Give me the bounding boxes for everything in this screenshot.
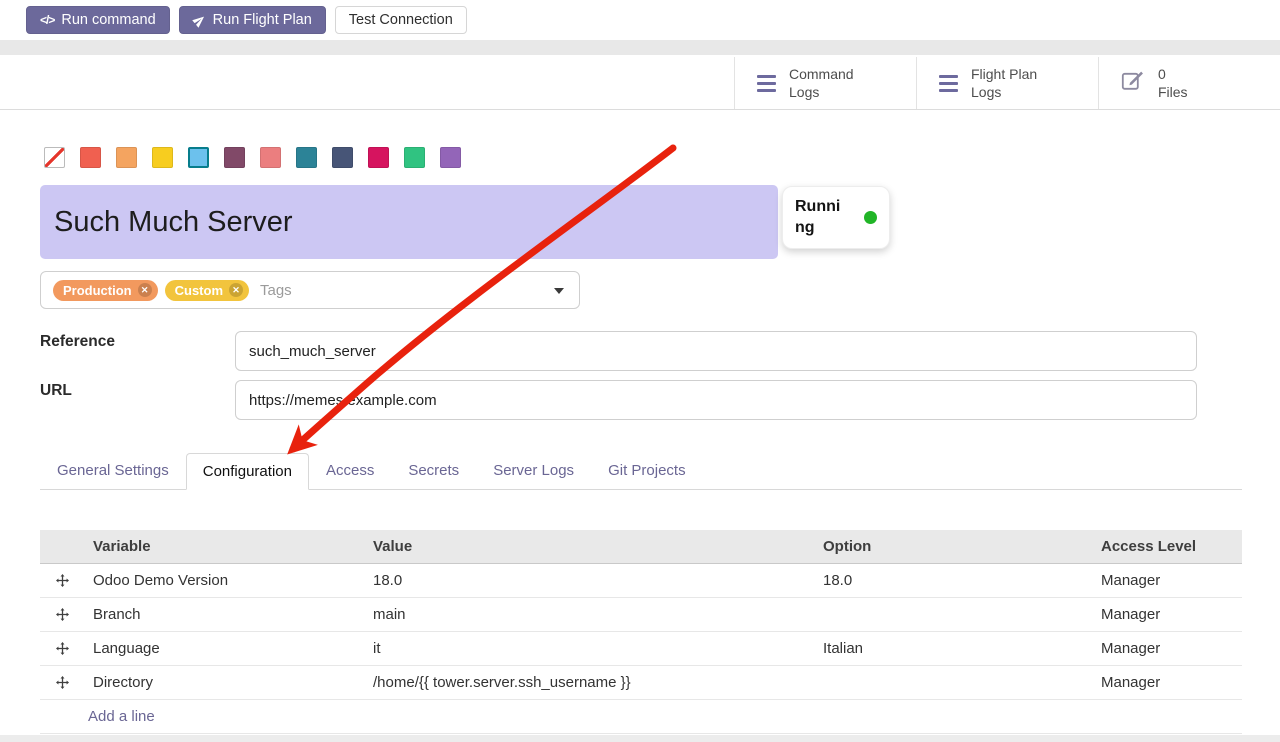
menu-icon <box>939 75 958 92</box>
flight-plan-logs-label: Flight Plan Logs <box>971 65 1057 101</box>
move-icon <box>56 574 69 587</box>
cell-variable[interactable]: Directory <box>85 674 365 691</box>
drag-handle[interactable] <box>40 574 85 587</box>
cell-variable[interactable]: Odoo Demo Version <box>85 572 365 589</box>
tags-placeholder: Tags <box>260 282 292 299</box>
files-stat-text: 0 Files <box>1158 65 1188 101</box>
table-row: Odoo Demo Version 18.0 18.0 Manager <box>40 564 1242 598</box>
header-option: Option <box>815 538 1093 555</box>
remove-tag-icon[interactable]: ✕ <box>138 283 152 297</box>
color-picker <box>44 147 461 168</box>
table-row: Language it Italian Manager <box>40 632 1242 666</box>
move-icon <box>56 608 69 621</box>
status-label: Running <box>795 197 849 239</box>
drag-handle[interactable] <box>40 608 85 621</box>
tab-bar: General Settings Configuration Access Se… <box>40 453 1242 490</box>
swatch-green[interactable] <box>404 147 425 168</box>
edit-icon <box>1121 69 1145 98</box>
tag-label: Production <box>63 283 132 298</box>
swatch-yellow[interactable] <box>152 147 173 168</box>
run-command-button[interactable]: </> Run command <box>26 6 170 34</box>
tab-configuration[interactable]: Configuration <box>186 453 309 490</box>
swatch-fuchsia[interactable] <box>368 147 389 168</box>
files-label: Files <box>1158 83 1188 101</box>
url-input[interactable] <box>235 380 1197 420</box>
swatch-dark-blue[interactable] <box>332 147 353 168</box>
tag-production: Production ✕ <box>53 280 158 301</box>
test-connection-button[interactable]: Test Connection <box>335 6 467 34</box>
paper-plane-icon <box>190 11 208 29</box>
status-dot-icon <box>864 211 877 224</box>
tag-custom: Custom ✕ <box>165 280 249 301</box>
status-indicator[interactable]: Running <box>782 186 890 249</box>
cell-value[interactable]: main <box>365 606 815 623</box>
run-flight-plan-button[interactable]: Run Flight Plan <box>179 6 326 34</box>
server-name-input[interactable] <box>40 185 778 259</box>
move-icon <box>56 676 69 689</box>
cell-access-level[interactable]: Manager <box>1093 572 1242 589</box>
swatch-salmon[interactable] <box>260 147 281 168</box>
swatch-no-color[interactable] <box>44 147 65 168</box>
command-logs-label: Command Logs <box>789 65 875 101</box>
cell-value[interactable]: it <box>365 640 815 657</box>
caret-down-icon[interactable] <box>554 288 564 294</box>
files-button[interactable]: 0 Files <box>1098 57 1280 109</box>
page: </> Run command Run Flight Plan Test Con… <box>0 0 1280 742</box>
cell-access-level[interactable]: Manager <box>1093 640 1242 657</box>
remove-tag-icon[interactable]: ✕ <box>229 283 243 297</box>
table-row: Directory /home/{{ tower.server.ssh_user… <box>40 666 1242 700</box>
tab-secrets[interactable]: Secrets <box>391 452 476 489</box>
table-header-row: Variable Value Option Access Level <box>40 530 1242 564</box>
swatch-red[interactable] <box>80 147 101 168</box>
add-a-line-link[interactable]: Add a line <box>40 700 1242 734</box>
swatch-dark-purple[interactable] <box>224 147 245 168</box>
cell-variable[interactable]: Branch <box>85 606 365 623</box>
run-flight-plan-label: Run Flight Plan <box>213 12 312 28</box>
tag-label: Custom <box>175 283 223 298</box>
cell-value[interactable]: /home/{{ tower.server.ssh_username }} <box>365 674 815 691</box>
configuration-table: Variable Value Option Access Level Odoo … <box>40 530 1242 734</box>
command-logs-button[interactable]: Command Logs <box>734 57 916 109</box>
cell-access-level[interactable]: Manager <box>1093 674 1242 691</box>
cell-access-level[interactable]: Manager <box>1093 606 1242 623</box>
code-icon: </> <box>40 13 54 27</box>
flight-plan-logs-button[interactable]: Flight Plan Logs <box>916 57 1098 109</box>
cell-option[interactable]: Italian <box>815 640 1093 657</box>
cell-variable[interactable]: Language <box>85 640 365 657</box>
table-row: Branch main Manager <box>40 598 1242 632</box>
cell-value[interactable]: 18.0 <box>365 572 815 589</box>
stat-button-area: Command Logs Flight Plan Logs 0 Files <box>734 57 1280 109</box>
header-access-level: Access Level <box>1093 538 1242 555</box>
divider-band <box>0 40 1280 55</box>
reference-input[interactable] <box>235 331 1197 371</box>
bottom-strip <box>0 735 1280 742</box>
header-value: Value <box>365 538 815 555</box>
menu-icon <box>757 75 776 92</box>
swatch-orange[interactable] <box>116 147 137 168</box>
drag-handle[interactable] <box>40 676 85 689</box>
tab-access[interactable]: Access <box>309 452 391 489</box>
url-label: URL <box>40 382 72 400</box>
tab-git-projects[interactable]: Git Projects <box>591 452 703 489</box>
tab-general-settings[interactable]: General Settings <box>40 452 186 489</box>
tags-input[interactable]: Production ✕ Custom ✕ Tags <box>40 271 580 309</box>
cell-option[interactable]: 18.0 <box>815 572 1093 589</box>
tab-server-logs[interactable]: Server Logs <box>476 452 591 489</box>
files-count: 0 <box>1158 65 1188 83</box>
toolbar: </> Run command Run Flight Plan Test Con… <box>26 6 467 34</box>
run-command-label: Run command <box>61 12 155 28</box>
swatch-purple[interactable] <box>440 147 461 168</box>
move-icon <box>56 642 69 655</box>
swatch-cyan-selected[interactable] <box>188 147 209 168</box>
header-divider <box>0 109 1280 110</box>
reference-label: Reference <box>40 333 115 351</box>
test-connection-label: Test Connection <box>349 12 453 28</box>
swatch-teal[interactable] <box>296 147 317 168</box>
drag-handle[interactable] <box>40 642 85 655</box>
header-variable: Variable <box>85 538 365 555</box>
